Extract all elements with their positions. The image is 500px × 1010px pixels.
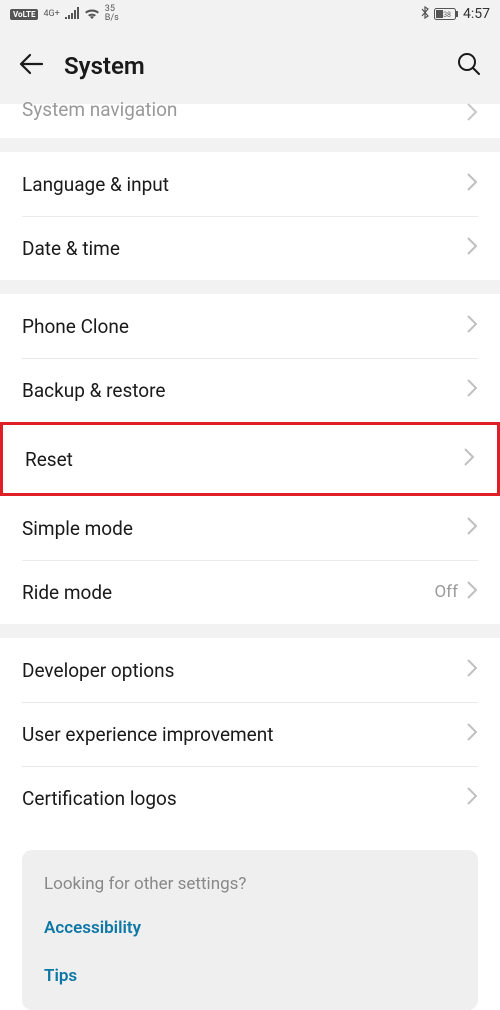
item-label: Reset xyxy=(25,448,73,471)
list-item-date-time[interactable]: Date & time xyxy=(0,216,500,280)
page-title: System xyxy=(64,52,145,80)
network-speed: 35 B/s xyxy=(105,5,119,23)
item-right: Off xyxy=(434,580,478,604)
highlight-reset: Reset xyxy=(0,422,500,496)
item-label: Backup & restore xyxy=(22,379,165,402)
item-label: User experience improvement xyxy=(22,723,273,746)
settings-group: Language & input Date & time xyxy=(0,152,500,280)
list-item-developer-options[interactable]: Developer options xyxy=(0,638,500,702)
chevron-right-icon xyxy=(466,658,478,682)
item-label: Date & time xyxy=(22,237,120,260)
clock: 4:57 xyxy=(463,6,490,22)
list-item-reset[interactable]: Reset xyxy=(3,425,497,493)
footer-card: Looking for other settings? Accessibilit… xyxy=(22,850,478,1010)
list-item-simple-mode[interactable]: Simple mode xyxy=(0,496,500,560)
list-item-system-navigation[interactable]: System navigation xyxy=(0,104,500,138)
chevron-right-icon xyxy=(466,516,478,540)
chevron-right-icon xyxy=(466,172,478,196)
settings-group: Phone Clone Backup & restore xyxy=(0,294,500,422)
chevron-right-icon xyxy=(463,447,475,471)
item-label: Simple mode xyxy=(22,517,133,540)
status-left: VoLTE 4G+ 35 B/s xyxy=(10,5,119,23)
footer-prompt: Looking for other settings? xyxy=(44,874,456,894)
status-right: 38 4:57 xyxy=(421,6,490,22)
item-label: Developer options xyxy=(22,659,174,682)
svg-text:38: 38 xyxy=(443,11,451,19)
item-label: Phone Clone xyxy=(22,315,129,338)
item-label: Language & input xyxy=(22,173,169,196)
item-label: Certification logos xyxy=(22,787,177,810)
settings-group: Simple mode Ride mode Off xyxy=(0,496,500,624)
status-bar: VoLTE 4G+ 35 B/s 38 4:57 xyxy=(0,0,500,28)
chevron-right-icon xyxy=(466,236,478,260)
item-label: Ride mode xyxy=(22,581,112,604)
list-item-certification-logos[interactable]: Certification logos xyxy=(0,766,500,830)
search-icon[interactable] xyxy=(456,51,482,81)
chevron-right-icon xyxy=(466,102,478,126)
signal-icon xyxy=(65,7,79,22)
list-item-user-experience[interactable]: User experience improvement xyxy=(0,702,500,766)
list-item-ride-mode[interactable]: Ride mode Off xyxy=(0,560,500,624)
chevron-right-icon xyxy=(466,580,478,604)
footer-link-accessibility[interactable]: Accessibility xyxy=(44,918,456,938)
battery-icon: 38 xyxy=(434,8,458,20)
header: System xyxy=(0,28,500,104)
settings-group: Developer options User experience improv… xyxy=(0,638,500,1010)
bluetooth-icon xyxy=(421,6,429,22)
chevron-right-icon xyxy=(466,378,478,402)
chevron-right-icon xyxy=(466,722,478,746)
list-item-language-input[interactable]: Language & input xyxy=(0,152,500,216)
network-gen-icon: 4G+ xyxy=(43,9,59,19)
chevron-right-icon xyxy=(466,786,478,810)
list-item-backup-restore[interactable]: Backup & restore xyxy=(0,358,500,422)
item-value: Off xyxy=(434,582,458,602)
back-icon[interactable] xyxy=(18,51,44,81)
chevron-right-icon xyxy=(466,314,478,338)
wifi-icon xyxy=(84,7,100,22)
list-item-phone-clone[interactable]: Phone Clone xyxy=(0,294,500,358)
footer-link-tips[interactable]: Tips xyxy=(44,966,456,986)
volte-badge: VoLTE xyxy=(10,9,38,20)
